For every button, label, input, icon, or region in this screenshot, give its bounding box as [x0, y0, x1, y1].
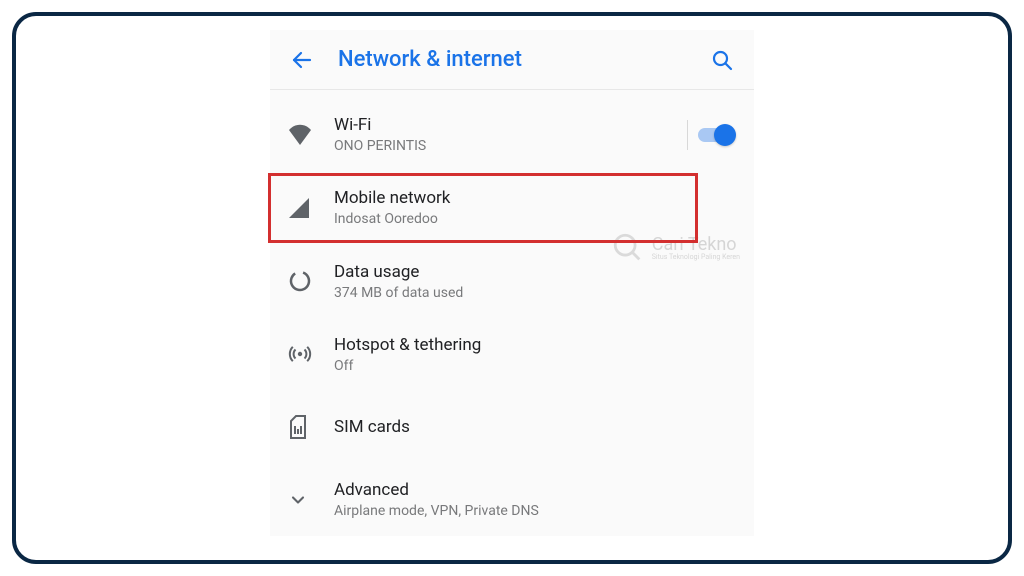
item-title: Hotspot & tethering: [334, 334, 736, 356]
settings-panel: Network & internet Cari Tekno Situs Tekn…: [270, 30, 754, 536]
list-item-data-usage[interactable]: Data usage 374 MB of data used: [270, 245, 754, 318]
image-frame: Network & internet Cari Tekno Situs Tekn…: [12, 12, 1012, 564]
back-button[interactable]: [288, 46, 316, 74]
arrow-back-icon: [290, 48, 314, 72]
item-subtitle: ONO PERINTIS: [334, 137, 687, 155]
item-title: Advanced: [334, 479, 736, 501]
list-item-sim-cards[interactable]: SIM cards: [270, 391, 754, 463]
item-title: SIM cards: [334, 416, 736, 438]
item-subtitle: 374 MB of data used: [334, 284, 736, 302]
data-usage-icon: [288, 269, 312, 293]
item-subtitle: Off: [334, 357, 736, 375]
list-item-mobile-network[interactable]: Mobile network Indosat Ooredoo: [270, 171, 754, 244]
app-bar: Network & internet: [270, 30, 754, 90]
item-title: Mobile network: [334, 187, 736, 209]
settings-list: Wi-Fi ONO PERINTIS: [270, 90, 754, 536]
item-title: Data usage: [334, 261, 736, 283]
page-title: Network & internet: [338, 47, 708, 72]
cellular-signal-icon: [288, 197, 310, 219]
item-subtitle: Indosat Ooredoo: [334, 210, 736, 228]
list-item-advanced[interactable]: Advanced Airplane mode, VPN, Private DNS: [270, 463, 754, 536]
divider: [687, 120, 688, 150]
search-icon: [710, 48, 734, 72]
list-item-wifi[interactable]: Wi-Fi ONO PERINTIS: [270, 98, 754, 171]
list-item-hotspot[interactable]: Hotspot & tethering Off: [270, 318, 754, 391]
sim-card-icon: [288, 415, 308, 439]
chevron-down-icon: [288, 490, 308, 510]
wifi-icon: [288, 124, 312, 146]
search-button[interactable]: [708, 46, 736, 74]
item-title: Wi-Fi: [334, 114, 687, 136]
item-subtitle: Airplane mode, VPN, Private DNS: [334, 502, 736, 520]
wifi-switch[interactable]: [698, 124, 736, 146]
hotspot-icon: [288, 342, 312, 366]
